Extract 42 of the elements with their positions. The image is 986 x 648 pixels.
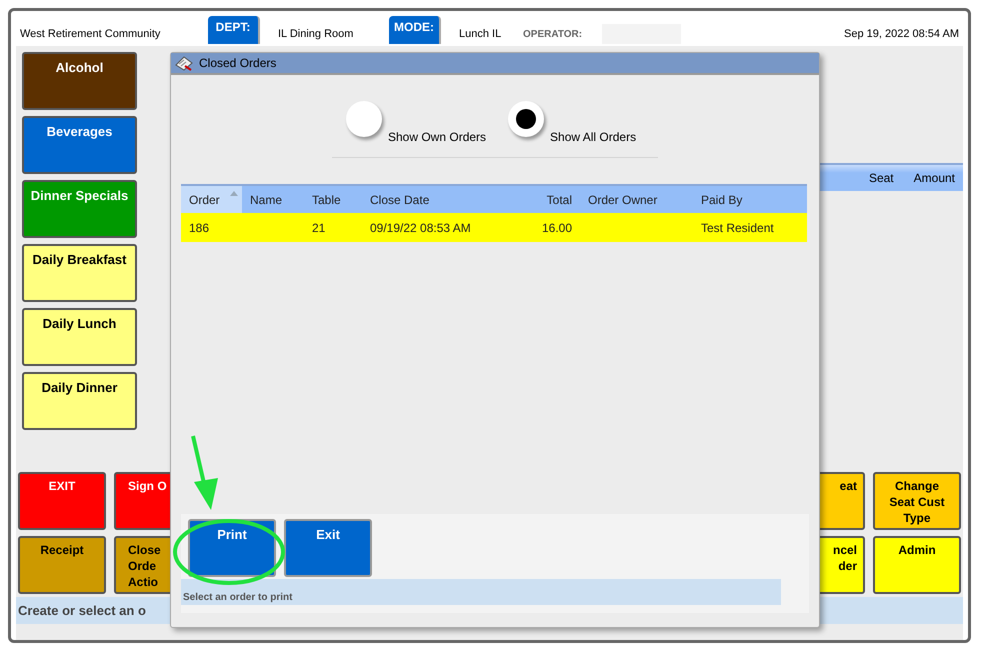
action-button[interactable]: Change Seat Cust Type xyxy=(873,472,961,530)
category-button[interactable]: Dinner Specials xyxy=(22,180,137,238)
mode-value: Lunch IL xyxy=(459,26,502,42)
radio-label: Show Own Orders xyxy=(388,129,486,146)
table-cell-text: 21 xyxy=(311,220,326,236)
column-header[interactable]: Name xyxy=(242,186,304,213)
date-time: Sep 19, 2022 08:54 AM xyxy=(844,26,959,42)
category-button[interactable]: Daily Lunch xyxy=(22,308,137,366)
column-header[interactable]: Table xyxy=(304,186,362,213)
table-row[interactable]: 186 21 09/19/22 08:53 AM 16.00 Test Resident xyxy=(181,213,807,242)
column-header[interactable]: Order Owner xyxy=(580,186,693,213)
table-cell-text: 186 xyxy=(188,220,210,236)
column-header[interactable]: Order xyxy=(181,186,242,213)
operator-label: OPERATOR: xyxy=(523,28,584,42)
facility-name: West Retirement Community xyxy=(20,26,162,42)
column-header: Seat xyxy=(868,170,894,187)
dialog-button[interactable]: Print xyxy=(188,519,276,577)
column-header[interactable]: Total xyxy=(500,186,580,213)
action-button[interactable]: EXIT xyxy=(18,472,106,530)
table-cell-text: 09/19/22 08:53 AM xyxy=(369,220,472,236)
dialog-button[interactable]: Exit xyxy=(284,519,372,577)
sort-arrow-icon xyxy=(230,191,238,196)
action-button[interactable]: Admin xyxy=(873,536,961,594)
radio-button[interactable] xyxy=(508,101,544,137)
message-bar: Select an order to print xyxy=(181,579,781,605)
mode-label: MODE: xyxy=(389,16,441,44)
category-button[interactable]: Daily Breakfast xyxy=(22,244,137,302)
table-cell-text: Test Resident xyxy=(700,220,775,236)
column-header[interactable]: Close Date xyxy=(362,186,500,213)
dept-label: DEPT: xyxy=(208,16,260,44)
dept-value: IL Dining Room xyxy=(278,26,354,42)
radio-button[interactable] xyxy=(346,101,382,137)
column-header: Amount xyxy=(914,170,955,187)
action-button[interactable]: Receipt xyxy=(18,536,106,594)
table-cell-text: 16.00 xyxy=(540,220,573,236)
category-button[interactable]: Alcohol xyxy=(22,52,137,110)
dialog-title: Closed Orders xyxy=(199,55,276,72)
notepad-icon xyxy=(174,55,194,71)
category-button[interactable]: Beverages xyxy=(22,116,137,174)
column-header[interactable]: Paid By xyxy=(693,186,807,213)
radio-label: Show All Orders xyxy=(550,129,636,146)
category-button[interactable]: Daily Dinner xyxy=(22,372,137,430)
